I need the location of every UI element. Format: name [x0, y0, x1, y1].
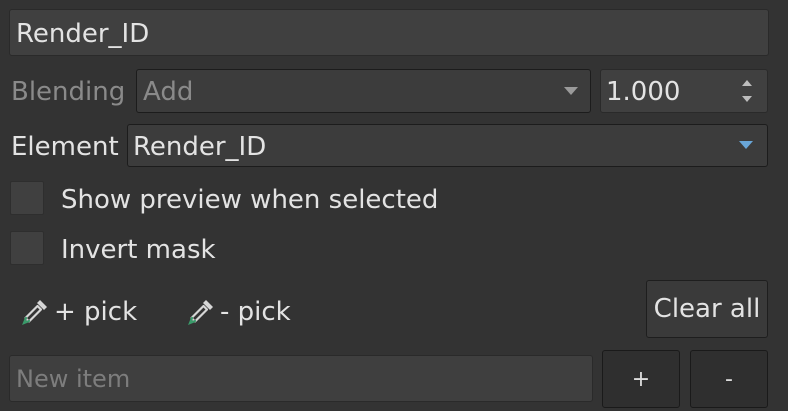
- invert-mask-label: Invert mask: [61, 235, 216, 265]
- pick-remove-button[interactable]: - pick: [184, 295, 291, 329]
- spin-down-icon[interactable]: [742, 96, 752, 102]
- name-field[interactable]: Render_ID: [9, 9, 769, 56]
- opacity-value: 1.000: [606, 77, 681, 107]
- blending-mode-dropdown[interactable]: Add: [136, 69, 591, 113]
- new-item-input[interactable]: [10, 356, 592, 401]
- chevron-down-icon: [564, 87, 578, 95]
- pick-add-button[interactable]: + pick: [18, 295, 137, 329]
- eyedropper-icon: [22, 300, 47, 325]
- element-value: Render_ID: [133, 132, 267, 162]
- pick-add-label: + pick: [54, 297, 138, 327]
- chevron-down-icon: [739, 141, 753, 149]
- pick-remove-label: - pick: [220, 297, 291, 327]
- blending-label: Blending: [11, 77, 126, 107]
- element-dropdown[interactable]: Render_ID: [127, 124, 768, 167]
- element-label: Element: [11, 132, 119, 162]
- remove-item-button[interactable]: -: [690, 350, 768, 408]
- eyedropper-icon: [188, 300, 213, 325]
- show-preview-checkbox[interactable]: [10, 181, 44, 215]
- spin-up-icon[interactable]: [742, 80, 752, 86]
- opacity-spinbox[interactable]: 1.000: [600, 69, 768, 113]
- invert-mask-checkbox[interactable]: [10, 231, 44, 265]
- clear-all-button[interactable]: Clear all: [646, 280, 768, 338]
- new-item-input-wrapper: [9, 355, 593, 402]
- show-preview-label: Show preview when selected: [61, 185, 439, 215]
- add-item-button[interactable]: +: [602, 350, 680, 408]
- blending-mode-value: Add: [143, 77, 194, 107]
- name-field-value: Render_ID: [16, 19, 150, 49]
